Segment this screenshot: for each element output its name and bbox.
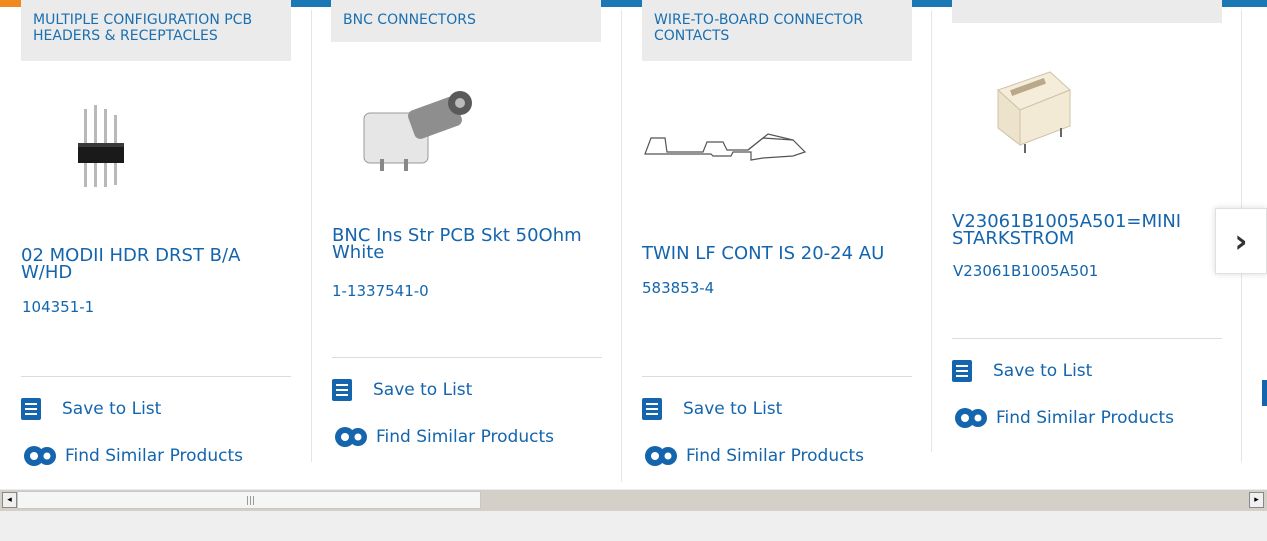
part-number[interactable]: 1-1337541-0 [332,282,429,300]
card-divider [311,10,312,462]
gears-icon [952,405,990,431]
find-similar-button[interactable]: Find Similar Products [21,443,243,469]
save-to-list-label: Save to List [993,361,1093,381]
gears-icon [332,424,370,450]
find-similar-label: Find Similar Products [686,446,864,466]
gears-icon [642,443,680,469]
find-similar-label: Find Similar Products [996,408,1174,428]
scrollbar-thumb[interactable] [17,491,481,509]
save-to-list-button[interactable]: Save to List [332,379,472,401]
contact-image[interactable] [643,130,808,170]
list-check-icon [21,398,41,420]
product-name-link[interactable]: 02 MODII HDR DRST B/A W/HD [21,247,291,282]
next-card-partial [1262,380,1267,406]
list-check-icon [332,379,352,401]
find-similar-button[interactable]: Find Similar Products [952,405,1174,431]
gears-icon [21,443,59,469]
scroll-left-button[interactable]: ◂ [2,492,17,508]
product-name-link[interactable]: V23061B1005A501=MINISTARKSTROM [952,213,1192,248]
page-footer-area [0,511,1267,541]
find-similar-button[interactable]: Find Similar Products [332,424,554,450]
save-to-list-label: Save to List [62,399,162,419]
divider [952,338,1222,339]
arrow-left-icon: ◂ [7,495,12,505]
save-to-list-button[interactable]: Save to List [952,360,1092,382]
chevron-right-icon: › [1234,222,1248,260]
horizontal-scrollbar[interactable]: ◂ ▸ [0,489,1267,511]
card-divider [931,10,932,452]
part-number[interactable]: 104351-1 [22,298,94,316]
category-label[interactable]: BNC CONNECTORS [331,0,601,42]
product-name-link[interactable]: TWIN LF CONT IS 20-24 AU [642,245,912,263]
bnc-connector-image[interactable] [360,85,475,175]
arrow-right-icon: ▸ [1254,495,1259,505]
relay-image[interactable] [990,60,1080,155]
save-to-list-label: Save to List [373,380,473,400]
list-check-icon [642,398,662,420]
carousel-next-button[interactable]: › [1215,208,1267,274]
list-check-icon [952,360,972,382]
product-name-link[interactable]: BNC Ins Str PCB Skt 50Ohm White [332,227,602,262]
save-to-list-button[interactable]: Save to List [21,398,161,420]
part-number[interactable]: 583853-4 [642,279,714,297]
find-similar-label: Find Similar Products [65,446,243,466]
divider [332,357,602,358]
part-number[interactable]: V23061B1005A501 [953,262,1098,280]
card-divider [621,10,622,482]
pcb-header-image[interactable] [70,105,140,190]
find-similar-label: Find Similar Products [376,427,554,447]
scroll-right-button[interactable]: ▸ [1249,492,1264,508]
save-to-list-button[interactable]: Save to List [642,398,782,420]
save-to-list-label: Save to List [683,399,783,419]
category-label[interactable]: MULTIPLE CONFIGURATION PCB HEADERS & REC… [21,0,291,61]
category-label[interactable]: WIRE-TO-BOARD CONNECTOR CONTACTS [642,0,912,61]
divider [21,376,291,377]
grip-icon [247,496,255,505]
divider [642,376,912,377]
find-similar-button[interactable]: Find Similar Products [642,443,864,469]
category-label[interactable] [952,0,1222,23]
